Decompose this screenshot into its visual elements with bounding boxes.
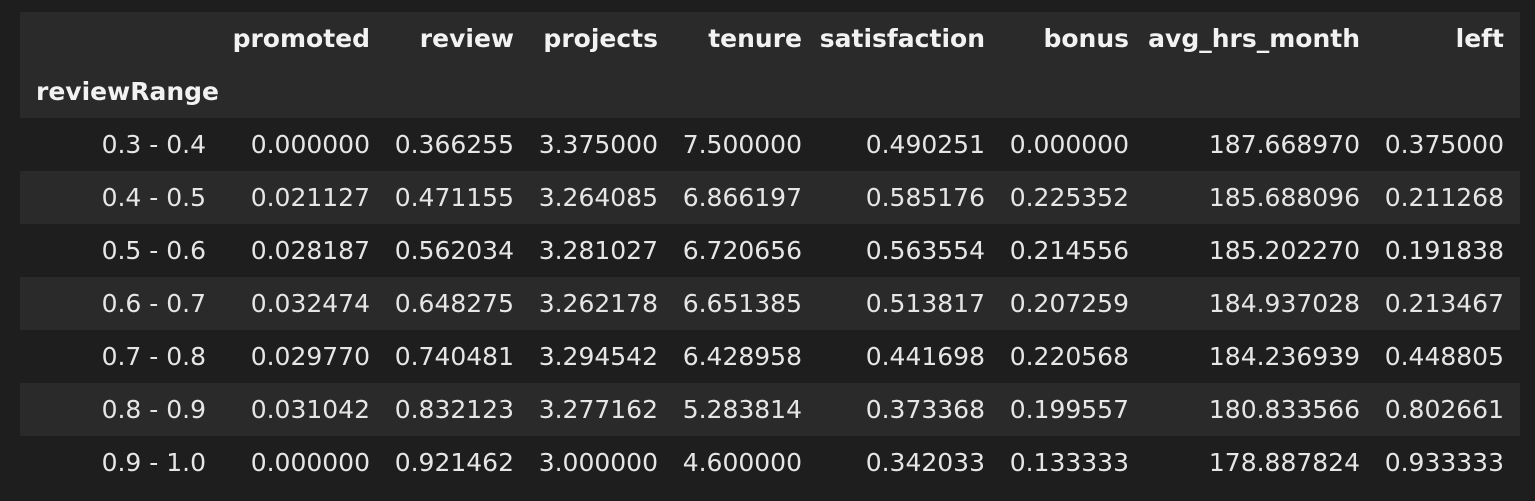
column-header: satisfaction (818, 12, 1001, 65)
table-row: 0.7 - 0.8 0.029770 0.740481 3.294542 6.42895… (20, 330, 1520, 383)
table-cell: 4.600000 (674, 436, 818, 489)
table-cell: 0.562034 (386, 224, 530, 277)
table-row: 0.4 - 0.5 0.021127 0.471155 3.264085 6.86619… (20, 171, 1520, 224)
table-cell: 0.490251 (818, 118, 1001, 171)
table-cell: 0.225352 (1001, 171, 1145, 224)
dataframe-table: promoted review projects tenure satisfac… (20, 12, 1520, 489)
table-cell: 0.802661 (1376, 383, 1520, 436)
table-row: 0.3 - 0.4 0.000000 0.366255 3.375000 7.50000… (20, 118, 1520, 171)
table-cell: 0.373368 (818, 383, 1001, 436)
column-header-row: promoted review projects tenure satisfac… (20, 12, 1520, 65)
row-index-label: 0.5 - 0.6 (20, 224, 222, 277)
column-header: projects (530, 12, 674, 65)
column-header: bonus (1001, 12, 1145, 65)
table-cell: 0.029770 (222, 330, 386, 383)
table-row: 0.9 - 1.0 0.000000 0.921462 3.000000 4.60000… (20, 436, 1520, 489)
table-cell: 0.191838 (1376, 224, 1520, 277)
table-cell: 185.202270 (1145, 224, 1376, 277)
table-row: 0.8 - 0.9 0.031042 0.832123 3.277162 5.28381… (20, 383, 1520, 436)
table-cell: 0.921462 (386, 436, 530, 489)
table-cell: 0.133333 (1001, 436, 1145, 489)
row-index-label: 0.3 - 0.4 (20, 118, 222, 171)
table-cell: 3.000000 (530, 436, 674, 489)
table-cell: 0.563554 (818, 224, 1001, 277)
table-cell: 0.000000 (222, 436, 386, 489)
column-header: promoted (222, 12, 386, 65)
table-cell: 3.277162 (530, 383, 674, 436)
table-cell: 0.471155 (386, 171, 530, 224)
table-cell: 0.000000 (1001, 118, 1145, 171)
table-cell: 0.213467 (1376, 277, 1520, 330)
table-cell: 184.236939 (1145, 330, 1376, 383)
table-cell: 6.428958 (674, 330, 818, 383)
table-cell: 6.866197 (674, 171, 818, 224)
table-cell: 3.294542 (530, 330, 674, 383)
dataframe-output: promoted review projects tenure satisfac… (20, 12, 1520, 489)
row-index-label: 0.6 - 0.7 (20, 277, 222, 330)
table-cell: 180.833566 (1145, 383, 1376, 436)
table-cell: 0.031042 (222, 383, 386, 436)
table-cell: 7.500000 (674, 118, 818, 171)
row-index-label: 0.7 - 0.8 (20, 330, 222, 383)
column-header: tenure (674, 12, 818, 65)
table-cell: 3.375000 (530, 118, 674, 171)
table-cell: 5.283814 (674, 383, 818, 436)
table-body: 0.3 - 0.4 0.000000 0.366255 3.375000 7.50000… (20, 118, 1520, 489)
table-cell: 0.342033 (818, 436, 1001, 489)
column-header: left (1376, 12, 1520, 65)
row-index-label: 0.9 - 1.0 (20, 436, 222, 489)
table-cell: 0.832123 (386, 383, 530, 436)
table-cell: 0.028187 (222, 224, 386, 277)
table-row: 0.5 - 0.6 0.028187 0.562034 3.281027 6.72065… (20, 224, 1520, 277)
table-cell: 3.264085 (530, 171, 674, 224)
table-cell: 0.933333 (1376, 436, 1520, 489)
column-header: avg_hrs_month (1145, 12, 1376, 65)
table-cell: 0.448805 (1376, 330, 1520, 383)
table-cell: 0.375000 (1376, 118, 1520, 171)
table-cell: 0.366255 (386, 118, 530, 171)
table-cell: 0.441698 (818, 330, 1001, 383)
table-cell: 3.281027 (530, 224, 674, 277)
table-cell: 6.720656 (674, 224, 818, 277)
table-cell: 0.220568 (1001, 330, 1145, 383)
table-cell: 0.585176 (818, 171, 1001, 224)
table-cell: 187.668970 (1145, 118, 1376, 171)
table-cell: 0.513817 (818, 277, 1001, 330)
table-cell: 0.740481 (386, 330, 530, 383)
table-cell: 0.207259 (1001, 277, 1145, 330)
table-cell: 185.688096 (1145, 171, 1376, 224)
table-cell: 0.211268 (1376, 171, 1520, 224)
index-corner-cell (20, 12, 222, 65)
table-cell: 0.000000 (222, 118, 386, 171)
index-name: reviewRange (20, 65, 1520, 118)
row-index-label: 0.8 - 0.9 (20, 383, 222, 436)
table-cell: 3.262178 (530, 277, 674, 330)
table-cell: 6.651385 (674, 277, 818, 330)
table-cell: 184.937028 (1145, 277, 1376, 330)
table-row: 0.6 - 0.7 0.032474 0.648275 3.262178 6.65138… (20, 277, 1520, 330)
table-cell: 0.032474 (222, 277, 386, 330)
row-index-label: 0.4 - 0.5 (20, 171, 222, 224)
table-cell: 178.887824 (1145, 436, 1376, 489)
table-cell: 0.021127 (222, 171, 386, 224)
table-cell: 0.199557 (1001, 383, 1145, 436)
table-cell: 0.648275 (386, 277, 530, 330)
index-name-row: reviewRange (20, 65, 1520, 118)
table-cell: 0.214556 (1001, 224, 1145, 277)
column-header: review (386, 12, 530, 65)
